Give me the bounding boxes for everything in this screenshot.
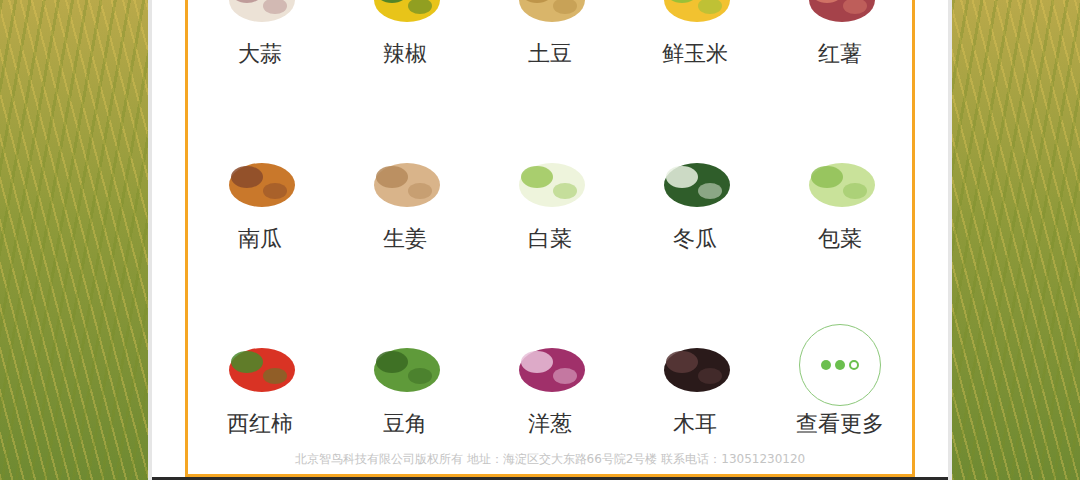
category-label: 木耳: [673, 410, 717, 438]
footer-copyright: 北京智鸟科技有限公司版权所有 地址：海淀区交大东路66号院2号楼 联系电话：13…: [188, 438, 912, 474]
icon-area: [360, 330, 450, 400]
vegetable-icon: [505, 145, 595, 215]
category-label: 土豆: [528, 40, 572, 68]
icon-area: [505, 145, 595, 215]
icon-area: [795, 330, 885, 400]
category-item[interactable]: 洋葱: [478, 253, 623, 438]
category-label: 辣椒: [383, 40, 427, 68]
icon-area: [795, 145, 885, 215]
category-label: 查看更多: [796, 410, 884, 438]
icon-area: [360, 145, 450, 215]
icon-area: [215, 0, 305, 30]
category-item[interactable]: 大蒜: [188, 0, 333, 68]
vegetable-icon: [795, 145, 885, 215]
vegetable-icon: [650, 145, 740, 215]
dot-icon: [835, 360, 845, 370]
category-label: 红薯: [818, 40, 862, 68]
category-item[interactable]: 鲜玉米: [622, 0, 767, 68]
category-item[interactable]: 豆角: [333, 253, 478, 438]
vegetable-icon: [215, 330, 305, 400]
icon-area: [650, 0, 740, 30]
category-item[interactable]: 包菜: [767, 68, 912, 253]
category-label: 南瓜: [238, 225, 282, 253]
icon-area: [505, 330, 595, 400]
category-item[interactable]: 冬瓜: [622, 68, 767, 253]
phone-frame: 大蒜 辣椒 土豆 鲜玉米 红薯南瓜 生姜 白菜 冬瓜 包菜西红柿 豆角 洋葱 木耳 查看更多北京智鸟科技…: [148, 0, 952, 480]
icon-area: [215, 145, 305, 215]
category-label: 生姜: [383, 225, 427, 253]
category-label: 鲜玉米: [662, 40, 728, 68]
vegetable-icon: [650, 0, 740, 30]
page: 大蒜 辣椒 土豆 鲜玉米 红薯南瓜 生姜 白菜 冬瓜 包菜西红柿 豆角 洋葱 木耳 查看更多北京智鸟科技…: [0, 0, 1080, 480]
dot-icon: [849, 360, 859, 370]
vegetable-icon: [505, 330, 595, 400]
vegetable-icon: [360, 330, 450, 400]
icon-area: [215, 330, 305, 400]
category-item[interactable]: 西红柿: [188, 253, 333, 438]
icon-area: [650, 145, 740, 215]
category-label: 西红柿: [227, 410, 293, 438]
vegetable-icon: [505, 0, 595, 30]
category-item[interactable]: 木耳: [622, 253, 767, 438]
vegetable-icon: [360, 0, 450, 30]
category-label: 冬瓜: [673, 225, 717, 253]
category-label: 豆角: [383, 410, 427, 438]
icon-area: [360, 0, 450, 30]
rice-field-photo: [0, 0, 148, 480]
category-grid: 大蒜 辣椒 土豆 鲜玉米 红薯南瓜 生姜 白菜 冬瓜 包菜西红柿 豆角 洋葱 木耳 查看更多: [188, 0, 912, 438]
category-item[interactable]: 白菜: [478, 68, 623, 253]
icon-area: [650, 330, 740, 400]
category-item[interactable]: 红薯: [767, 0, 912, 68]
vegetable-icon: [650, 330, 740, 400]
category-item[interactable]: 生姜: [333, 68, 478, 253]
category-label: 包菜: [818, 225, 862, 253]
category-label: 白菜: [528, 225, 572, 253]
vegetable-icon: [215, 145, 305, 215]
vegetable-icon: [215, 0, 305, 30]
dot-icon: [821, 360, 831, 370]
category-label: 大蒜: [238, 40, 282, 68]
category-item[interactable]: 辣椒: [333, 0, 478, 68]
icon-area: [505, 0, 595, 30]
vegetable-icon: [795, 0, 885, 30]
more-icon[interactable]: [799, 324, 881, 406]
category-item[interactable]: 南瓜: [188, 68, 333, 253]
category-label: 洋葱: [528, 410, 572, 438]
rice-field-photo: [952, 0, 1080, 480]
category-item[interactable]: 查看更多: [767, 253, 912, 438]
category-item[interactable]: 土豆: [478, 0, 623, 68]
phone-bottom-edge: [152, 477, 948, 480]
category-panel: 大蒜 辣椒 土豆 鲜玉米 红薯南瓜 生姜 白菜 冬瓜 包菜西红柿 豆角 洋葱 木耳 查看更多北京智鸟科技…: [185, 0, 915, 477]
icon-area: [795, 0, 885, 30]
vegetable-icon: [360, 145, 450, 215]
